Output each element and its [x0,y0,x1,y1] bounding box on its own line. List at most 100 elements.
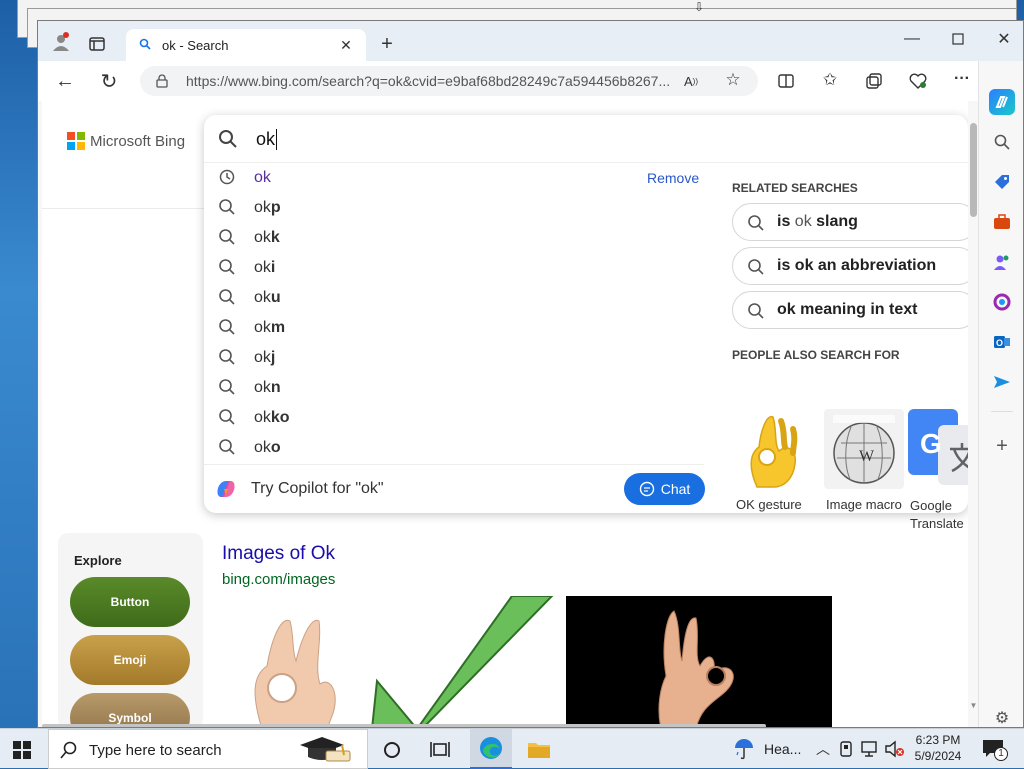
read-aloud-icon[interactable]: A)) [682,72,700,90]
refresh-icon[interactable]: ↻ [98,70,120,93]
tab-strip: ok - Search ✕ + — ✕ [38,21,1023,61]
images-title-link[interactable]: Images of Ok [222,543,335,565]
minimize-icon[interactable]: — [900,27,924,51]
search-sidebar-icon[interactable] [991,131,1013,153]
tab-active[interactable]: ok - Search ✕ [126,29,366,61]
copilot-sidebar-icon[interactable] [989,89,1015,115]
people-also-search-item[interactable]: G Google Translate [908,409,968,533]
profile-icon[interactable] [50,31,72,53]
new-tab-icon[interactable]: + [376,33,398,55]
suggestion-item[interactable]: oku [204,283,704,313]
taskbar-search-placeholder: Type here to search [89,742,222,759]
taskbar-clock[interactable]: 6:23 PM 5/9/2024 [908,732,968,764]
office-icon[interactable] [991,291,1013,313]
copilot-text: Try Copilot for "ok" [251,480,384,497]
search-box[interactable]: ok [204,115,968,163]
clock-time: 6:23 PM [915,733,961,747]
edge-sidebar: O + ⚙ [978,61,1023,727]
page-scrollbar[interactable]: ▼ [969,101,978,727]
weather-umbrella-icon[interactable] [732,737,756,761]
taskbar-search-box[interactable]: Type here to search [48,729,368,769]
people-icon[interactable] [991,251,1013,273]
suggestion-item[interactable]: oko [204,433,704,463]
clock-date: 5/9/2024 [914,749,962,763]
suggestion-item[interactable]: okm [204,313,704,343]
close-window-icon[interactable]: ✕ [992,27,1016,51]
send-icon[interactable] [991,371,1013,393]
svg-text:O: O [996,338,1003,348]
scrollbar-thumb[interactable] [970,123,977,217]
close-tab-icon[interactable]: ✕ [338,37,354,53]
wikipedia-globe-image: W [824,409,904,489]
address-bar[interactable]: https://www.bing.com/search?q=ok&cvid=e9… [140,66,758,96]
explore-button[interactable]: Button [70,577,190,627]
suggestion-item[interactable]: okk [204,223,704,253]
collections-icon[interactable] [864,71,884,91]
task-view-icon[interactable] [428,738,452,762]
notification-count-badge: 1 [994,747,1008,761]
mouse-cursor-icon: ⇩ [694,0,705,14]
search-suggestion-dropdown: ok ok Remove okp okk oki oku okm okj okn… [204,115,968,531]
image-result-ok-hand-check[interactable] [222,596,557,727]
search-icon [138,37,152,51]
file-explorer-icon[interactable] [526,737,552,761]
windows-start-icon[interactable] [10,738,34,762]
settings-gear-icon[interactable]: ⚙ [991,707,1013,727]
search-icon [218,378,236,401]
tab-title: ok - Search [162,38,229,53]
browser-essentials-icon[interactable] [908,71,928,91]
people-also-search-item[interactable]: OK gesture [734,409,819,512]
weather-text[interactable]: Hea... [764,741,801,757]
image-result-ok-hand-dark[interactable] [566,596,832,727]
search-icon [218,288,236,311]
favorites-icon[interactable]: ✩ [820,70,840,90]
search-icon [218,408,236,431]
related-search-item[interactable]: is ok an abbreviation [732,247,968,285]
search-icon[interactable] [216,127,240,151]
suggestion-item[interactable]: okj [204,343,704,373]
svg-text:G: G [920,428,942,459]
usb-device-icon[interactable] [836,739,856,759]
suggestion-item[interactable]: okko [204,403,704,433]
volume-muted-icon[interactable] [884,739,906,759]
maximize-icon[interactable] [946,27,970,51]
notification-center-icon[interactable]: 1 [980,737,1008,761]
graduation-cap-icon [295,732,355,768]
address-bar-row: ← ↻ https://www.bing.com/search?q=ok&cvi… [38,61,1023,101]
explore-emoji[interactable]: Emoji [70,635,190,685]
search-query[interactable]: ok [256,129,278,150]
tab-actions-icon[interactable] [86,33,108,55]
suggestion-item[interactable]: oki [204,253,704,283]
bing-logo[interactable]: Microsoft Bing [67,131,185,151]
back-icon[interactable]: ← [54,70,76,92]
outlook-icon[interactable]: O [991,331,1013,353]
taskbar-edge-icon[interactable] [470,729,512,769]
bing-logo-text: Microsoft Bing [90,132,186,150]
related-search-item[interactable]: ok meaning in text [732,291,968,329]
images-url: bing.com/images [222,571,336,588]
task-view-circle-icon[interactable] [380,738,404,762]
shopping-tag-icon[interactable] [991,171,1013,193]
people-also-search-item[interactable]: W Image macro [824,409,909,512]
chevron-up-icon[interactable]: ︿ [814,738,832,760]
add-sidebar-icon[interactable]: + [991,435,1013,457]
tools-briefcase-icon[interactable] [991,211,1013,233]
search-icon [218,258,236,281]
related-searches-heading: RELATED SEARCHES [732,181,858,195]
suggestion-item[interactable]: okp [204,193,704,223]
people-also-search-heading: PEOPLE ALSO SEARCH FOR [732,348,900,362]
search-icon [218,198,236,221]
more-menu-icon[interactable]: ··· [952,69,972,89]
favorite-star-icon[interactable]: ☆ [724,70,742,89]
scroll-down-icon[interactable]: ▼ [969,701,978,710]
suggestion-item[interactable]: ok Remove [204,163,704,193]
chat-button[interactable]: Chat [624,473,705,505]
related-search-item[interactable]: is ok slang [732,203,968,241]
chat-bubble-icon [639,481,654,497]
network-icon[interactable] [860,739,880,759]
suggestion-item[interactable]: okn [204,373,704,403]
copilot-icon [214,477,238,501]
lock-icon[interactable] [154,73,170,89]
split-screen-icon[interactable] [776,71,796,91]
remove-link[interactable]: Remove [647,170,699,186]
